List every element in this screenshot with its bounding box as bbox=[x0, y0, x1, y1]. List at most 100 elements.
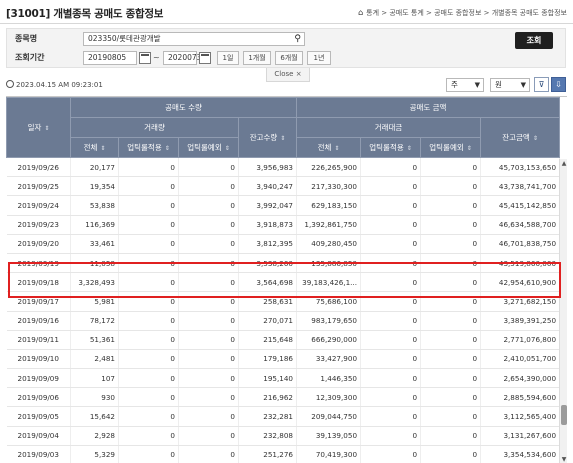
table-cell: 258,631 bbox=[238, 291, 298, 312]
table-cell: 0 bbox=[178, 215, 239, 235]
table-cell: 5,981 bbox=[70, 291, 119, 312]
table-cell: 666,290,000 bbox=[296, 330, 362, 350]
table-cell: 3,389,391,250 bbox=[480, 311, 561, 331]
table-row[interactable]: 2019/09/24 53,838 0 0 3,992,047 629,183,150 0 0… bbox=[6, 195, 561, 216]
table-cell: 0 bbox=[360, 291, 422, 312]
scroll-thumb[interactable] bbox=[561, 405, 567, 425]
table-cell: 0 bbox=[178, 311, 239, 331]
table-cell: 0 bbox=[420, 330, 482, 350]
scroll-down-icon[interactable]: ▼ bbox=[560, 456, 567, 463]
period-1day-button[interactable]: 1일 bbox=[217, 51, 239, 65]
title-bar: [31001] 개별종목 공매도 종합정보 ⌂ 통계 > 공매도 통계 > 공매도… bbox=[0, 0, 573, 24]
table-row[interactable]: 2019/09/04 2,928 0 0 232,808 39,139,050 0 0 3,13… bbox=[6, 426, 561, 446]
period-1month-button[interactable]: 1개월 bbox=[243, 51, 271, 65]
table-cell: 0 bbox=[118, 176, 179, 197]
table-cell: 42,954,610,900 bbox=[480, 272, 561, 293]
table-row[interactable]: 2019/09/05 15,642 0 0 232,281 209,044,750 0 0 3,… bbox=[6, 406, 561, 427]
home-icon[interactable]: ⌂ bbox=[358, 8, 363, 17]
table-cell: 0 bbox=[118, 291, 179, 312]
table-cell: 2019/09/06 bbox=[6, 387, 71, 408]
search-filter-panel: 종목명 023350/롯데관광개발 ⚲ 조회기간 20190805 ~ 2020… bbox=[6, 28, 566, 68]
table-row[interactable]: 2019/09/06 930 0 0 216,962 12,309,300 0 0 2,885,… bbox=[6, 387, 561, 408]
table-cell: 0 bbox=[118, 311, 179, 331]
table-cell: 3,354,534,600 bbox=[480, 445, 561, 463]
table-cell: 2019/09/11 bbox=[6, 330, 71, 350]
chevron-down-icon: ▼ bbox=[474, 81, 480, 89]
col-header-volume-total[interactable]: 전체 ⇕ bbox=[70, 137, 119, 158]
table-row[interactable]: 2019/09/25 19,354 0 0 3,940,247 217,330,300 0 0… bbox=[6, 176, 561, 197]
col-header-balance-qty[interactable]: 잔고수량 ⇕ bbox=[237, 117, 298, 158]
period-1year-button[interactable]: 1년 bbox=[307, 51, 331, 65]
table-cell: 0 bbox=[118, 387, 179, 408]
table-cell: 0 bbox=[360, 195, 422, 216]
table-row[interactable]: 2019/09/20 33,461 0 0 3,812,395 409,280,450 0 0… bbox=[6, 234, 561, 254]
table-cell: 216,962 bbox=[238, 387, 298, 408]
col-header-value-total[interactable]: 전체 ⇕ bbox=[296, 137, 362, 158]
close-filter-tab[interactable]: Close × bbox=[266, 68, 310, 82]
col-header-volume-uptick-applied[interactable]: 업틱룰적용 ⇕ bbox=[118, 137, 179, 158]
table-cell: 3,131,267,600 bbox=[480, 426, 561, 446]
table-row[interactable]: 2019/09/18 3,328,493 0 0 3,564,698 39,183,426… bbox=[6, 272, 561, 293]
download-icon[interactable]: ⇩ bbox=[551, 77, 566, 92]
calendar-icon[interactable] bbox=[199, 52, 211, 64]
table-row[interactable]: 2019/09/03 5,329 0 0 251,276 70,419,300 0 0 3,35… bbox=[6, 445, 561, 463]
table-cell: 43,519,860,000 bbox=[480, 253, 561, 274]
table-row[interactable]: 2019/09/09 107 0 0 195,140 1,446,350 0 0 2,654,3… bbox=[6, 368, 561, 389]
col-header-balance-amt[interactable]: 잔고금액 ⇕ bbox=[480, 117, 561, 158]
table-cell: 0 bbox=[360, 445, 422, 463]
calendar-icon[interactable] bbox=[139, 52, 151, 64]
table-row[interactable]: 2019/09/10 2,481 0 0 179,186 33,427,900 0 0 2,41… bbox=[6, 349, 561, 370]
table-cell: 2019/09/03 bbox=[6, 445, 71, 463]
item-label: 종목명 bbox=[15, 34, 38, 43]
table-cell: 2,771,076,800 bbox=[480, 330, 561, 350]
table-row[interactable]: 2019/09/11 51,361 0 0 215,648 666,290,000 0 0 2,… bbox=[6, 330, 561, 350]
table-cell: 3,940,247 bbox=[238, 176, 298, 197]
date-to-input[interactable]: 20200731 bbox=[163, 51, 206, 65]
date-from-input[interactable]: 20190805 bbox=[83, 51, 137, 65]
table-cell: 20,177 bbox=[70, 157, 119, 178]
table-cell: 195,140 bbox=[238, 368, 298, 389]
breadcrumb-text: 통계 > 공매도 통계 > 공매도 종합정보 > 개별종목 공매도 종합정보 bbox=[366, 9, 567, 17]
col-header-value-uptick-applied[interactable]: 업틱룰적용 ⇕ bbox=[360, 137, 422, 158]
table-cell: 0 bbox=[360, 215, 422, 235]
table-cell: 0 bbox=[420, 406, 482, 427]
group-header-volume: 거래량 bbox=[70, 117, 239, 138]
col-header-date[interactable]: 일자 ⇕ bbox=[6, 97, 71, 158]
table-row[interactable]: 2019/09/19 11,058 0 0 3,538,200 135,886,850 0 0… bbox=[6, 253, 561, 274]
table-cell: 0 bbox=[420, 253, 482, 274]
table-cell: 3,956,983 bbox=[238, 157, 298, 178]
currency-select[interactable]: 원 ▼ bbox=[490, 78, 530, 92]
table-cell: 0 bbox=[360, 349, 422, 370]
date-range-separator: ~ bbox=[153, 53, 160, 62]
table-cell: 3,112,565,400 bbox=[480, 406, 561, 427]
table-row[interactable]: 2019/09/17 5,981 0 0 258,631 75,686,100 0 0 3,27… bbox=[6, 291, 561, 312]
period-6month-button[interactable]: 6개월 bbox=[275, 51, 303, 65]
short-selling-grid: 일자 ⇕ 공매도 수량 공매도 금액 거래량 잔고수량 ⇕ 거래대금 잔고금액 ⇕ 전… bbox=[6, 96, 567, 463]
table-cell: 3,328,493 bbox=[70, 272, 119, 293]
table-cell: 2,885,594,600 bbox=[480, 387, 561, 408]
table-row[interactable]: 2019/09/23 116,369 0 0 3,918,873 1,392,861,75… bbox=[6, 215, 561, 235]
table-cell: 409,280,450 bbox=[296, 234, 362, 254]
table-cell: 0 bbox=[420, 349, 482, 370]
table-cell: 15,642 bbox=[70, 406, 119, 427]
table-cell: 0 bbox=[178, 330, 239, 350]
vertical-scrollbar[interactable]: ▲ ▼ bbox=[559, 159, 567, 463]
unit-select[interactable]: 주 ▼ bbox=[446, 78, 484, 92]
table-cell: 0 bbox=[420, 195, 482, 216]
period-label: 조회기간 bbox=[15, 53, 45, 62]
col-header-value-uptick-exempt[interactable]: 업틱룰예외 ⇕ bbox=[420, 137, 482, 158]
filter-icon[interactable]: ⊽ bbox=[534, 77, 549, 92]
table-row[interactable]: 2019/09/26 20,177 0 0 3,956,983 226,265,900 0 0… bbox=[6, 157, 561, 178]
table-cell: 0 bbox=[178, 291, 239, 312]
item-search-field[interactable]: 023350/롯데관광개발 ⚲ bbox=[83, 32, 305, 46]
table-cell: 0 bbox=[360, 426, 422, 446]
table-row[interactable]: 2019/09/16 78,172 0 0 270,071 983,179,650 0 0 3,… bbox=[6, 311, 561, 331]
table-cell: 0 bbox=[360, 234, 422, 254]
scroll-up-icon[interactable]: ▲ bbox=[560, 160, 567, 167]
col-header-volume-uptick-exempt[interactable]: 업틱룰예외 ⇕ bbox=[178, 137, 239, 158]
search-button[interactable]: 조회 bbox=[515, 32, 553, 49]
table-cell: 0 bbox=[118, 215, 179, 235]
table-cell: 78,172 bbox=[70, 311, 119, 331]
search-icon[interactable]: ⚲ bbox=[294, 33, 301, 45]
table-cell: 0 bbox=[420, 291, 482, 312]
